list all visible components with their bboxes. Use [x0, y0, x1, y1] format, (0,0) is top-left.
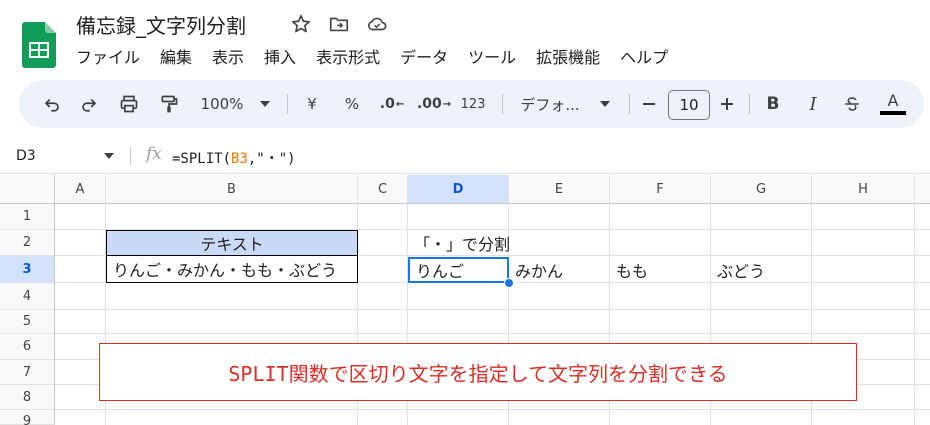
row-header-7[interactable]: 7: [0, 360, 55, 385]
row-header-3[interactable]: 3: [0, 256, 55, 283]
currency-format-button[interactable]: ¥: [299, 80, 325, 128]
column-header-h[interactable]: H: [812, 175, 915, 204]
font-size-decrease-icon[interactable]: [637, 80, 661, 128]
arrow-left-icon: ←: [395, 98, 405, 110]
row-header-1[interactable]: 1: [0, 204, 55, 230]
formula-cell-reference: B3: [231, 151, 248, 167]
undo-icon[interactable]: [37, 80, 67, 128]
text-color-button[interactable]: A: [879, 80, 907, 128]
cell-d2[interactable]: 「・」で分割: [408, 230, 510, 256]
redo-icon[interactable]: [74, 80, 104, 128]
bold-button[interactable]: B: [761, 80, 785, 128]
menu-data[interactable]: データ: [400, 44, 448, 68]
column-header-g[interactable]: G: [711, 175, 812, 204]
row-header-6[interactable]: 6: [0, 334, 55, 360]
cell-d3-selected[interactable]: りんご: [408, 257, 509, 283]
move-folder-icon[interactable]: [328, 13, 350, 35]
menu-file[interactable]: ファイル: [76, 44, 140, 68]
percent-format-button[interactable]: %: [339, 80, 365, 128]
column-header-f[interactable]: F: [610, 175, 711, 204]
menu-format[interactable]: 表示形式: [316, 44, 380, 68]
font-size-increase-icon[interactable]: [715, 80, 739, 128]
menu-edit[interactable]: 編集: [160, 44, 192, 68]
annotation-callout: SPLIT関数で区切り文字を指定して文字列を分割できる: [99, 343, 857, 401]
formula-suffix: ,"・"): [247, 151, 296, 167]
increase-decimal-button[interactable]: .00 →: [417, 80, 451, 128]
row-header-4[interactable]: 4: [0, 283, 55, 310]
select-all-corner[interactable]: [0, 175, 55, 204]
cell-b2[interactable]: テキスト: [106, 230, 358, 256]
name-box[interactable]: D3: [16, 148, 36, 164]
column-header-b[interactable]: B: [106, 175, 358, 204]
sheets-logo-icon[interactable]: [22, 22, 56, 68]
paint-format-icon[interactable]: [153, 80, 185, 128]
text-color-swatch: [880, 111, 906, 115]
print-icon[interactable]: [113, 80, 145, 128]
formula-input[interactable]: =SPLIT(B3,"・"): [172, 148, 296, 168]
cell-e3[interactable]: みかん: [509, 257, 563, 283]
font-caret-icon[interactable]: [595, 80, 615, 128]
zoom-caret-icon[interactable]: [255, 80, 275, 128]
name-box-caret-icon[interactable]: [104, 153, 114, 159]
star-icon[interactable]: [290, 13, 312, 35]
column-header-e[interactable]: E: [509, 175, 610, 204]
cell-g3[interactable]: ぶどう: [711, 257, 765, 283]
font-size-input[interactable]: 10: [668, 90, 710, 120]
row-header-2[interactable]: 2: [0, 230, 55, 256]
row-header-8[interactable]: 8: [0, 385, 55, 410]
fx-icon: fx: [146, 144, 162, 164]
cell-f3[interactable]: もも: [610, 257, 648, 283]
cell-b3[interactable]: りんご・みかん・もも・ぶどう: [106, 256, 358, 283]
menu-extensions[interactable]: 拡張機能: [536, 44, 600, 68]
toolbar: 100% ¥ % .0 ← .00 → 123 デフォ... B I A: [19, 80, 924, 128]
strikethrough-icon[interactable]: [839, 80, 865, 128]
cloud-status-icon[interactable]: [366, 13, 388, 35]
menu-tools[interactable]: ツール: [468, 44, 516, 68]
number-format-button[interactable]: 123: [457, 80, 489, 128]
decrease-decimal-button[interactable]: .0 ←: [375, 80, 409, 128]
menu-view[interactable]: 表示: [212, 44, 244, 68]
column-header-next[interactable]: [915, 175, 930, 204]
menu-insert[interactable]: 挿入: [264, 44, 296, 68]
zoom-select[interactable]: 100%: [197, 80, 247, 128]
arrow-right-icon: →: [442, 98, 452, 110]
italic-button[interactable]: I: [801, 80, 825, 128]
menu-bar: ファイル 編集 表示 挿入 表示形式 データ ツール 拡張機能 ヘルプ: [76, 44, 688, 68]
formula-bar: D3 fx =SPLIT(B3,"・"): [0, 138, 930, 174]
row-header-9[interactable]: 9: [0, 410, 55, 425]
document-title[interactable]: 備忘録_文字列分割: [76, 10, 246, 39]
formula-prefix: =SPLIT(: [172, 151, 232, 167]
column-header-c[interactable]: C: [358, 175, 408, 204]
menu-help[interactable]: ヘルプ: [620, 44, 668, 68]
font-select[interactable]: デフォ...: [513, 80, 587, 128]
column-header-a[interactable]: A: [55, 175, 106, 204]
column-header-d[interactable]: D: [408, 175, 509, 204]
row-header-5[interactable]: 5: [0, 310, 55, 334]
